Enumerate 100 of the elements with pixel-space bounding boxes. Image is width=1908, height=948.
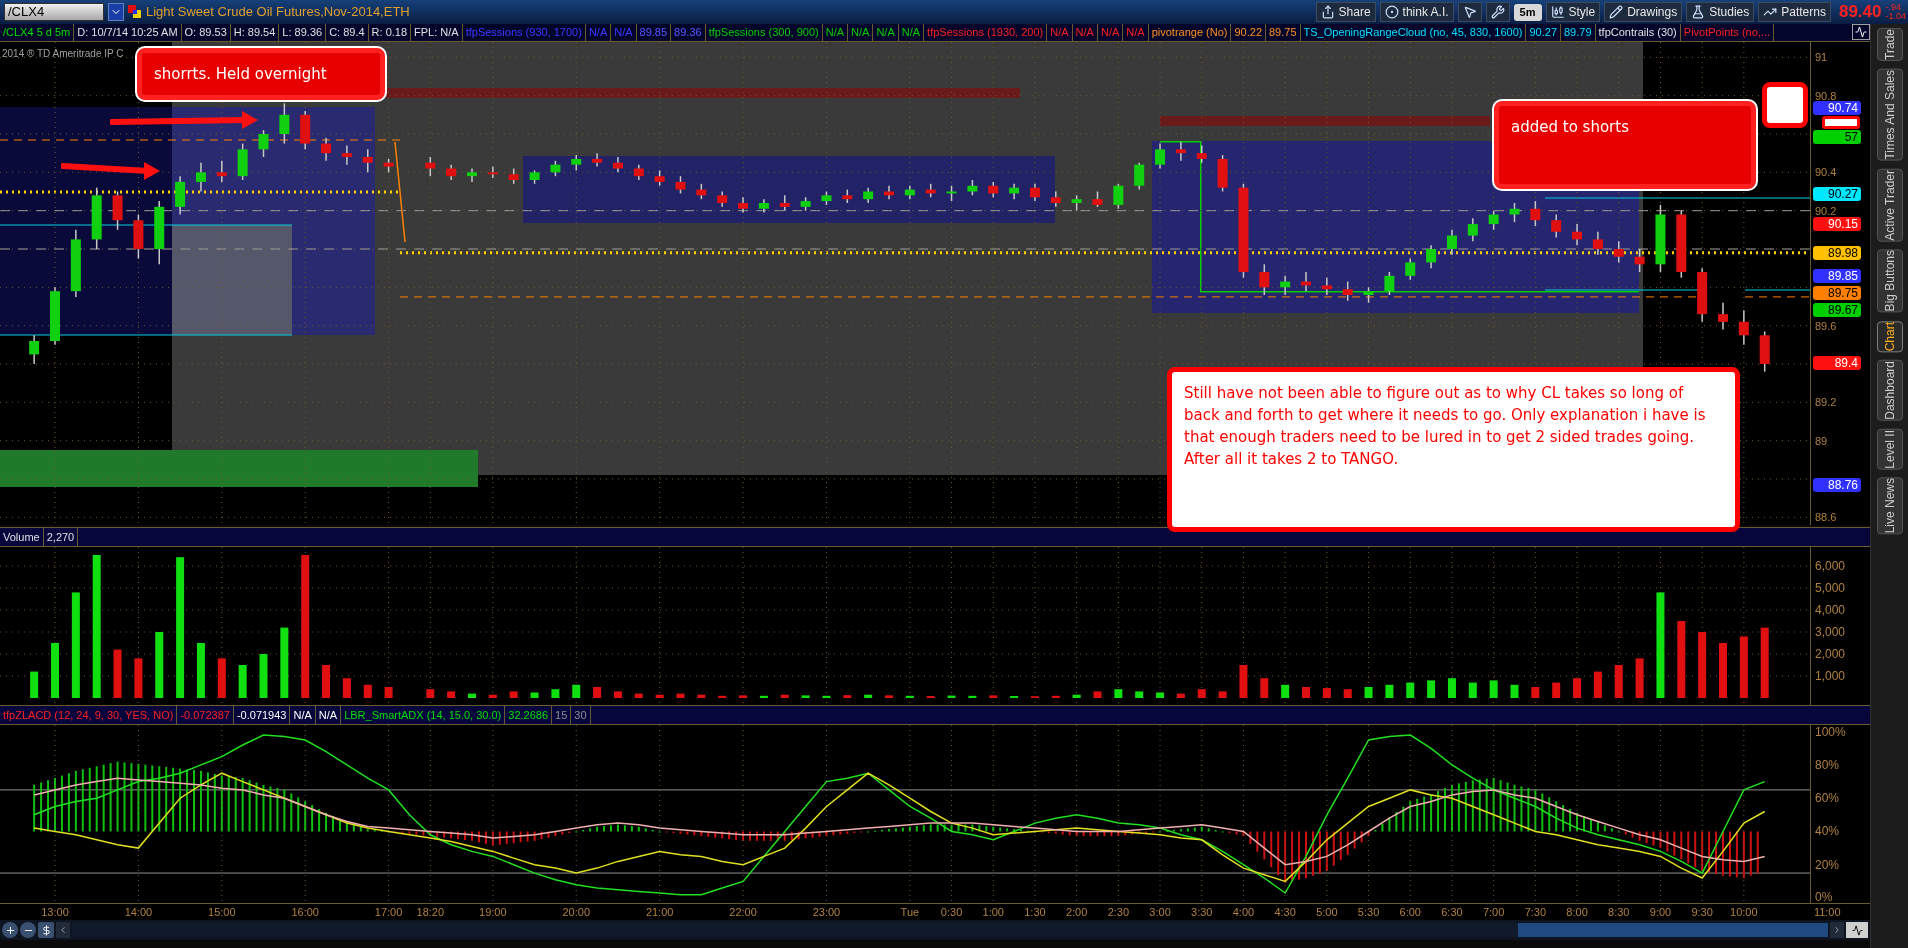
study-label: C: 89.4 [326,24,369,41]
bar [613,691,622,698]
time-label: 17:00 [374,905,403,919]
bar [1218,691,1227,698]
time-label: 6:00 [1399,905,1421,919]
bar [176,557,185,698]
bar [468,693,476,698]
candlestick [321,137,332,162]
bar [217,658,226,698]
dollar-icon [40,924,52,936]
toolbar-button[interactable]: Drawings [1604,2,1683,22]
study-label: O: 89.53 [181,24,231,41]
study-settings-icon[interactable] [1852,24,1870,40]
bar [1239,665,1248,698]
toolbar-button[interactable]: Patterns [1758,2,1831,22]
study-label: pivotrange (No) [1148,24,1232,41]
scrollbar-thumb[interactable] [1518,923,1828,937]
time-label: 21:00 [645,905,674,919]
symbol-field[interactable]: /CLX4 [4,3,104,21]
dropdown-button[interactable] [108,3,124,21]
candlestick [1509,202,1520,223]
toolbar-button[interactable]: Share [1315,2,1376,22]
toolbar-button[interactable]: Style [1545,2,1601,22]
bar [51,643,59,698]
side-tab[interactable]: Chart [1876,320,1903,352]
scrollbar-track[interactable] [72,923,1828,937]
price-tag: 57 [1813,130,1861,144]
bar [1197,689,1206,698]
expand-button[interactable] [1846,922,1868,938]
tool-button[interactable] [1485,2,1510,22]
bar [71,592,80,698]
time-label: 5:00 [1316,905,1338,919]
study-label: N/A [1097,24,1124,41]
study-label: tfpSessions (1930, 200) [924,24,1048,41]
study-label: N/A [898,24,925,41]
price-tag: 90.74 [1813,101,1861,115]
bar [801,695,810,698]
period-button[interactable]: 5m [1513,3,1542,21]
volume-tick: 3,000 [1815,625,1846,639]
bar [509,691,518,698]
empty-callout [1762,82,1808,128]
time-label: 4:00 [1232,905,1255,919]
side-tab[interactable]: Active Trader [1876,168,1903,242]
side-tab[interactable]: Level II [1876,428,1903,470]
study-label: FPL: N/A [411,24,463,41]
side-tab[interactable]: Dashboard [1876,359,1903,421]
percent-tick: 100% [1815,725,1846,738]
bar [1114,689,1123,698]
study-label: tfpContrails (30) [1595,24,1681,41]
side-tab[interactable]: Live News [1876,477,1903,535]
bar [1302,687,1310,698]
price-tag: 89.75 [1813,286,1861,300]
bar [384,687,393,698]
volume-tick: 2,000 [1815,647,1846,661]
indicator-label: -0.071943 [233,706,291,724]
price-scale-button[interactable] [38,922,54,938]
pointer-icon [1462,5,1477,19]
study-label: tfpSessions (930, 1700) [462,24,586,41]
bar [488,694,497,698]
indicator-label: 32.2686 [505,706,553,724]
zoom-out-button[interactable] [20,922,36,938]
bar [1343,689,1352,698]
side-tab[interactable]: Times And Sales [1876,68,1903,161]
study-label: /CLX4 5 d 5m [0,24,75,41]
toolbar-button[interactable]: Studies [1686,2,1755,22]
percent-tick: 80% [1815,758,1840,771]
toolbar-button[interactable]: think A.I. [1379,2,1454,22]
candlestick [1259,263,1270,296]
share-icon [1320,5,1335,19]
pencil-icon [1609,5,1624,19]
side-tab[interactable]: Trade [1876,28,1903,61]
bar [1552,682,1561,698]
percent-tick: 60% [1815,792,1840,805]
bar [1093,691,1102,698]
bar [1614,665,1623,698]
bar [155,632,164,698]
price-tick: 89.2 [1815,396,1837,409]
wrench-icon [1490,5,1505,19]
price-tag: 88.76 [1813,478,1861,492]
time-label: 11:00 [1813,905,1841,919]
study-label: R: 0.18 [368,24,412,41]
study-label: L: 89.36 [279,24,327,41]
price-tick: 91 [1815,51,1828,64]
plus-icon [4,924,16,936]
side-tab[interactable]: Big Buttons [1876,249,1903,313]
study-label: N/A [611,24,637,41]
candlestick [1551,213,1562,239]
price-tag: 89.4 [1813,356,1861,370]
tool-button[interactable] [1457,2,1482,22]
bar [1427,680,1436,698]
chevron-right-icon [1832,925,1842,935]
scroll-right-button[interactable] [1830,922,1844,938]
zoom-in-button[interactable] [2,922,18,938]
time-label: 2:30 [1107,905,1130,919]
time-label: 8:30 [1608,905,1630,919]
study-label: TS_OpeningRangeCloud (no, 45, 830, 1600) [1300,24,1527,41]
bar [1176,693,1185,698]
time-label: 3:00 [1149,905,1171,919]
candlestick [341,144,352,166]
time-label: 7:30 [1524,905,1547,919]
